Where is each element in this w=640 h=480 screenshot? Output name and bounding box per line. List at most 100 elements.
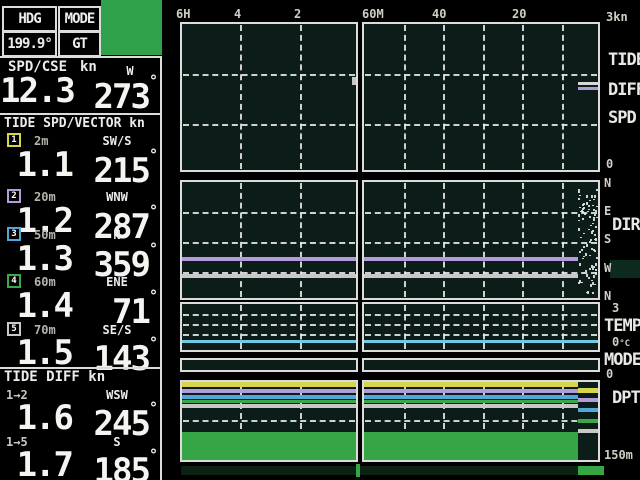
bottom-echo-60m [364,432,578,460]
scatter-dot [585,270,587,272]
temp-trace-60m [364,340,598,343]
graph-temp-panel-6h [180,302,358,352]
own-course-value: 273° [93,72,158,117]
spd-cse-unit: kn [80,59,97,75]
gridline-horizontal [365,314,597,316]
diff-speed-marker-trace [578,87,598,90]
scatter-dot [588,277,590,279]
mode-label: MODE [64,11,96,27]
scatter-dot [595,263,597,266]
scatter-dot [594,250,596,252]
dir-scatter-noise [578,183,598,297]
dpt-layer3-trace-60m [364,395,578,399]
scatter-dot [588,229,590,230]
scatter-dot [594,234,596,236]
gridline-horizontal [183,212,355,214]
diff-2-cardinal: S [113,435,121,449]
scatter-dot [595,272,597,275]
diff-graph-label: DIFF [608,80,640,100]
scatter-dot [579,207,581,208]
gridline-horizontal [183,420,355,422]
gridline-horizontal [183,124,355,126]
layer-1-cardinal: SW/S [102,134,132,148]
dpt-layer1-trace-6h [182,382,356,387]
time-label-20m: 20 [512,7,527,21]
gridline-vertical [240,25,242,169]
gridline-vertical [404,183,406,297]
dir-scale-e: E [604,204,612,218]
gridline-vertical [300,183,302,297]
divider [0,56,162,58]
gridline-vertical [562,25,564,169]
layer-4-cardinal: ENE [106,275,128,289]
dpt-layer1-current [578,388,598,393]
layer-1-speed: 1.1 [16,145,74,185]
time-strip-divider-mark [356,464,360,477]
scatter-dot [586,244,588,247]
scatter-dot [579,251,581,253]
scatter-dot [583,233,585,234]
mode-bar-6h [180,358,358,372]
scatter-dot [592,282,594,285]
time-label-60m: 60M [362,7,384,21]
dpt-layer3-current [578,408,598,412]
scatter-dot [595,238,597,241]
graph-direction-panel-6h [180,180,358,300]
gridline-horizontal [365,74,597,76]
layer-5-speed: 1.5 [16,333,74,373]
gridline-horizontal [365,212,597,214]
scatter-dot [596,206,598,207]
scatter-dot [588,205,590,207]
scatter-dot [589,268,591,270]
layer-1-direction: 215° [93,146,158,191]
gridline-vertical [522,183,524,297]
scatter-dot [578,228,580,231]
gridline-horizontal [183,334,355,336]
hdg-label-cell: HDG [2,6,57,32]
scatter-dot [587,291,589,294]
dpt-layer2-current [578,398,598,402]
gridline-vertical [300,25,302,169]
scatter-dot [590,239,592,241]
scatter-dot [581,249,583,251]
scatter-dot [578,189,580,190]
gridline-vertical [522,25,524,169]
gridline-horizontal [365,420,597,422]
dpt-layer1-trace-60m [364,382,578,387]
dir-trace-purple-60m [364,257,578,261]
scatter-dot [592,223,594,224]
dir-trace-gray-6h [182,274,356,278]
mode-bar-60m [362,358,600,372]
tide-diff-title: TIDE DIFF kn [4,369,106,385]
panel-right-border [160,57,162,480]
scatter-dot [583,246,585,248]
dir-scale-n-bottom: N [604,289,612,303]
scatter-dot [586,203,588,204]
scatter-dot [583,203,585,205]
scatter-dot [586,195,588,198]
dpt-layer3-trace-6h [182,395,356,399]
spd-scale-max: 3kn [606,10,628,24]
spd-scale-min: 0 [606,157,614,171]
data-panel: HDG MODE 199.9° GT SPD/CSE kn W 12.3 273… [0,0,162,480]
scatter-dot [578,220,580,221]
diff-1-speed: 1.6 [16,398,74,438]
gridline-vertical [562,183,564,297]
dpt-layer4-trace-60m [364,400,578,403]
status-indicator-box [101,0,162,55]
temp-trace-6h [182,340,356,343]
gridline-horizontal [365,324,597,326]
dir-graph-label: DIR [612,215,640,235]
scatter-dot [585,253,587,256]
dpt-scale-min: 0 [606,367,614,381]
scatter-dot [592,268,594,270]
scatter-dot [589,200,591,201]
spd-graph-label: SPD [608,108,637,128]
current-indicator-screen: HDG MODE 199.9° GT SPD/CSE kn W 12.3 273… [0,0,640,480]
scatter-dot [592,292,594,294]
gridline-horizontal [183,242,355,244]
scatter-dot [578,190,580,193]
dir-w-highlight [610,260,640,278]
scatter-dot [596,217,598,218]
diff-1-cardinal: WSW [106,388,128,402]
